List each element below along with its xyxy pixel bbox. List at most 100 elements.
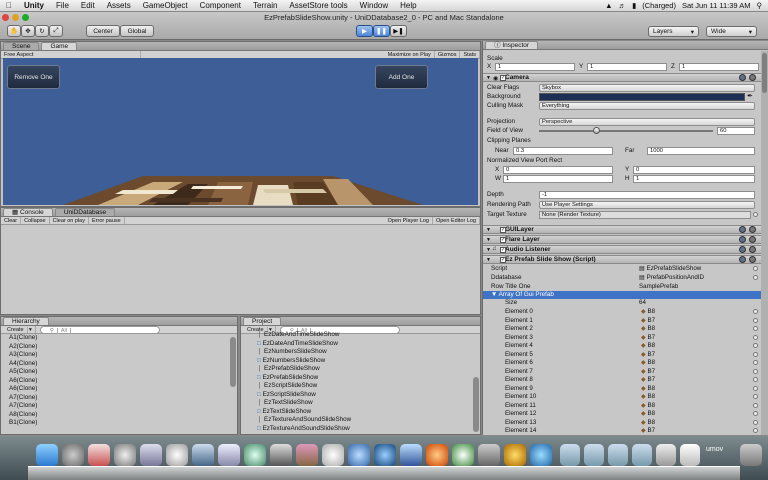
list-item[interactable]: A6(Clone) [1,385,237,394]
close-window-button[interactable] [2,13,9,21]
menu-terrain[interactable]: Terrain [247,1,283,10]
gear-icon[interactable] [749,226,756,233]
app-icon[interactable] [530,444,552,466]
fov-slider-knob[interactable] [593,127,601,134]
game-view[interactable]: Remove One Add One [3,58,478,205]
battery-icon[interactable]: ▮ [632,1,636,10]
scale-z-field[interactable]: 1 [679,63,759,71]
object-picker-icon[interactable] [753,343,758,348]
space-global-button[interactable]: Global [120,25,154,37]
step-button[interactable]: ▶❚ [390,25,407,37]
layers-dropdown[interactable]: Layers ▾ [648,26,699,37]
object-picker-icon[interactable] [753,317,758,323]
app-icon[interactable] [322,444,344,466]
move-tool-button[interactable]: ✥ [21,25,35,37]
list-item[interactable]: A7(Clone) [1,402,237,411]
object-picker-icon[interactable] [753,385,758,391]
console-clear-button[interactable]: Clear [1,217,22,224]
remove-one-button[interactable]: Remove One [7,65,60,89]
tab-hierarchy[interactable]: Hierarchy [3,317,49,325]
tab-scene[interactable]: Scene [3,42,40,50]
open-editor-log-button[interactable]: Open Editor Log [433,217,480,224]
viewport-w-field[interactable]: 1 [503,175,613,183]
gear-icon[interactable] [749,236,756,243]
folder-icon[interactable] [632,444,652,466]
list-item[interactable]: A4(Clone) [1,360,237,369]
audio-listener-component-header[interactable]: Audio Listener [483,245,761,254]
object-picker-icon[interactable] [753,334,758,340]
rotate-tool-button[interactable]: ↻ [35,25,49,37]
tab-project[interactable]: Project [243,317,282,325]
array-foldout-selected[interactable]: ▼ Array Of Gui Prefab [483,291,761,299]
array-size-field[interactable]: 64 [639,299,646,307]
object-picker-icon[interactable] [753,428,758,433]
trash-icon[interactable] [740,444,762,466]
project-scrollbar[interactable] [473,377,479,432]
flare-layer-component-header[interactable]: Flare Layer [483,235,761,244]
gizmos-toggle[interactable]: Gizmos [435,51,461,58]
pivot-center-button[interactable]: Center [86,25,120,37]
menu-gameobject[interactable]: GameObject [137,1,194,10]
app-icon[interactable] [270,444,292,466]
app-icon[interactable] [244,444,266,466]
camera-enabled-checkbox[interactable]: ✓ [500,75,506,81]
object-picker-icon[interactable] [753,275,758,280]
fov-slider-track[interactable] [539,130,713,132]
guilayer-component-header[interactable]: GUILayer [483,225,761,234]
list-item[interactable]: ❘ EzNumbersSlideShow [241,348,480,357]
list-item[interactable]: ❘ EzScriptSlideShow [241,382,480,391]
projection-dropdown[interactable]: Perspective [539,118,755,126]
app-icon[interactable] [192,444,214,466]
hierarchy-create-button[interactable]: Create ▾ [1,326,36,333]
app-icon[interactable] [88,444,110,466]
scale-x-field[interactable]: 1 [495,63,575,71]
array-element-field[interactable]: ◆ B7 [641,317,655,325]
list-item[interactable]: A5(Clone) [1,368,237,377]
viewport-y-field[interactable]: 0 [633,166,755,174]
hierarchy-search-input[interactable]: ⚲ All [39,325,160,334]
eyedropper-icon[interactable]: ✒ [747,92,753,100]
help-icon[interactable] [739,74,746,81]
gear-icon[interactable] [749,246,756,253]
row-title-field[interactable]: SamplePrefab [639,283,678,291]
array-element-field[interactable]: ◆ B8 [641,410,655,418]
unity-icon[interactable] [166,444,188,466]
object-picker-icon[interactable] [753,212,758,217]
console-clear-on-play-button[interactable]: Clear on play [50,217,89,224]
array-element-field[interactable]: ◆ B7 [641,351,655,359]
app-icon[interactable] [348,444,370,466]
list-item[interactable]: □ EzPrefabSlideShow [241,374,480,383]
array-element-field[interactable]: ◆ B8 [641,342,655,350]
minimize-window-button[interactable] [12,13,19,21]
console-collapse-button[interactable]: Collapse [21,217,50,224]
layout-dropdown[interactable]: Wide ▾ [706,26,757,37]
help-icon[interactable] [739,256,746,263]
list-item[interactable]: A3(Clone) [1,351,237,360]
inspector-scrollbar[interactable] [761,51,768,435]
scale-y-field[interactable]: 1 [587,63,667,71]
app-icon[interactable] [62,444,84,466]
target-texture-field[interactable]: None (Render Texture) [539,211,751,219]
object-picker-icon[interactable] [753,377,758,382]
object-picker-icon[interactable] [753,394,758,399]
wifi-icon[interactable]: ▲ [605,1,612,10]
list-item[interactable]: A7(Clone) [1,394,237,403]
app-icon[interactable] [504,444,526,466]
object-picker-icon[interactable] [753,266,758,271]
list-item[interactable]: □ EzNumbersSlideShow [241,357,480,366]
database-field[interactable]: ▤ PrefabPositionAndID [639,274,704,282]
camera-component-header[interactable]: Camera [483,73,761,82]
script-enabled-checkbox[interactable]: ✓ [500,257,506,263]
menu-app[interactable]: Unity [18,1,50,10]
hand-tool-button[interactable]: ✋ [7,25,21,37]
array-element-field[interactable]: ◆ B8 [641,359,655,367]
play-button[interactable]: ▶ [356,25,373,37]
zoom-window-button[interactable] [22,13,29,21]
document-icon[interactable] [680,444,700,466]
menu-component[interactable]: Component [194,1,247,10]
list-item[interactable]: B1(Clone) [1,419,237,428]
near-field[interactable]: 0.3 [513,147,613,155]
array-element-field[interactable]: ◆ B8 [641,419,655,427]
foldout-arrow-icon[interactable]: ▼ [486,257,491,263]
audio-listener-enabled-checkbox[interactable]: ✓ [500,247,506,253]
